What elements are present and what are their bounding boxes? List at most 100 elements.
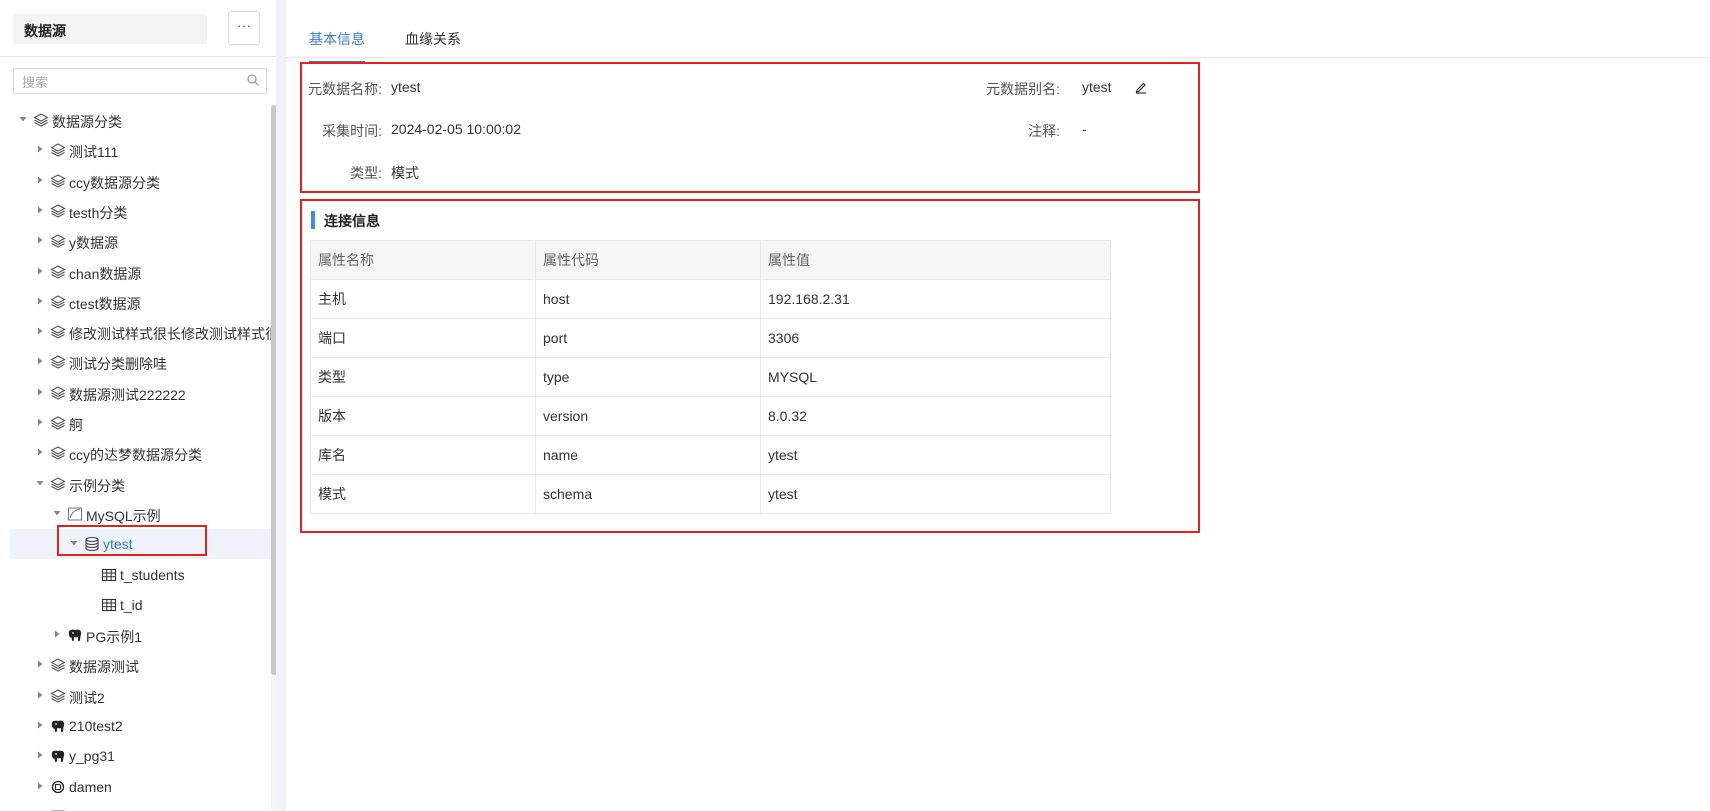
- tree-node[interactable]: ctest数据源: [0, 287, 276, 317]
- sidebar: 数据源 ··· 数据源分类测试111 ccy数据源分类 testh分类 y数据源 cha…: [0, 0, 276, 811]
- tree-node[interactable]: testh分类: [0, 196, 276, 226]
- table-cell: port: [535, 318, 761, 358]
- tree-node-label: 修改测试样式很长修改测试样式很长: [69, 326, 276, 343]
- table-row: 端口 port 3306: [310, 318, 1111, 358]
- table-row: 版本 version 8.0.32: [310, 396, 1111, 436]
- divider: [0, 56, 276, 57]
- table-cell: 8.0.32: [760, 396, 1111, 436]
- metadata-alias-label: 元数据别名:: [986, 81, 1060, 97]
- caret-right-icon[interactable]: [35, 205, 45, 215]
- caret-right-icon[interactable]: [52, 629, 62, 639]
- more-options-button[interactable]: ···: [228, 11, 260, 45]
- comment-label: 注释:: [1028, 123, 1060, 139]
- mysql-icon: [68, 507, 82, 521]
- table-cell: 192.168.2.31: [760, 279, 1111, 319]
- tree-node-label: PG示例1: [86, 629, 143, 646]
- search-input[interactable]: [20, 71, 234, 93]
- datasource-tree: 数据源分类测试111 ccy数据源分类 testh分类 y数据源 chan数据源 ctes…: [0, 105, 276, 811]
- caret-right-icon[interactable]: [35, 266, 45, 276]
- type-value: 模式: [391, 165, 419, 181]
- postgresql-icon: [51, 750, 65, 763]
- tree-node[interactable]: t_students: [0, 560, 276, 590]
- tree-node[interactable]: 测试111: [0, 135, 276, 165]
- caret-down-icon[interactable]: [18, 114, 28, 124]
- caret-right-icon[interactable]: [35, 447, 45, 457]
- caret-right-icon[interactable]: [35, 781, 45, 791]
- caret-right-icon[interactable]: [35, 690, 45, 700]
- postgresql-icon: [51, 720, 65, 733]
- layers-icon: [50, 204, 66, 218]
- main-panel: 基本信息 血缘关系 元数据名称: ytest 元数据别名: ytest 采集时间…: [286, 0, 1710, 811]
- caret-right-icon[interactable]: [35, 144, 45, 154]
- table-row: 模式 schema ytest: [310, 474, 1111, 514]
- tree-node[interactable]: y_pg31: [0, 741, 276, 771]
- postgresql-icon: [68, 629, 82, 642]
- tree-node-label: ctest数据源: [69, 295, 141, 312]
- tree-node[interactable]: 210test2: [0, 711, 276, 741]
- caret-right-icon[interactable]: [35, 326, 45, 336]
- tree-node-label: t_students: [120, 566, 185, 583]
- caret-right-icon[interactable]: [35, 356, 45, 366]
- tree-node[interactable]: chan数据源: [0, 257, 276, 287]
- tree-node[interactable]: 数据源测试: [0, 650, 276, 680]
- tree-node[interactable]: 数据源测试222222: [0, 378, 276, 408]
- tree-node[interactable]: 舸: [0, 408, 276, 438]
- caret-down-icon[interactable]: [52, 508, 62, 518]
- tree-node-label: damen: [69, 778, 112, 795]
- layers-icon: [33, 113, 49, 127]
- caret-right-icon[interactable]: [35, 750, 45, 760]
- metadata-name-value: ytest: [391, 79, 421, 95]
- tree-node-label: testh分类: [69, 204, 128, 221]
- tab-lineage[interactable]: 血缘关系: [405, 29, 461, 61]
- search-icon[interactable]: [247, 74, 259, 86]
- table-icon: [101, 568, 117, 581]
- tree-node-label: 210test2: [69, 718, 123, 734]
- caret-down-icon[interactable]: [35, 478, 45, 488]
- tree-node[interactable]: damen: [0, 772, 276, 802]
- table-cell: MYSQL: [760, 357, 1111, 397]
- table-cell: ytest: [760, 474, 1111, 514]
- caret-right-icon[interactable]: [35, 235, 45, 245]
- tree-node[interactable]: PG示例1: [0, 620, 276, 650]
- layers-icon: [50, 416, 66, 430]
- table-cell: 版本: [310, 396, 536, 436]
- layers-icon: [50, 689, 66, 703]
- tree-node[interactable]: cadwev: [0, 802, 276, 811]
- tree-node[interactable]: 测试2: [0, 681, 276, 711]
- tree-node[interactable]: 示例分类: [0, 469, 276, 499]
- tree-node[interactable]: y数据源: [0, 226, 276, 256]
- table-cell: host: [535, 279, 761, 319]
- tree-node[interactable]: 测试分类删除哇: [0, 347, 276, 377]
- table-icon: [101, 598, 117, 611]
- collect-time-label: 采集时间:: [322, 123, 382, 139]
- layers-icon: [50, 386, 66, 400]
- tree-node[interactable]: ccy数据源分类: [0, 166, 276, 196]
- tree-node[interactable]: 修改测试样式很长修改测试样式很长: [0, 317, 276, 347]
- table-cell: 3306: [760, 318, 1111, 358]
- caret-right-icon[interactable]: [35, 296, 45, 306]
- search-box[interactable]: [13, 68, 267, 94]
- tree-node-label: y数据源: [69, 235, 118, 252]
- edit-icon[interactable]: [1134, 80, 1148, 94]
- tree-node-label: MySQL示例: [86, 507, 161, 524]
- tab-basic-info[interactable]: 基本信息: [309, 29, 365, 63]
- caret-right-icon[interactable]: [35, 720, 45, 730]
- sidebar-title: 数据源: [24, 23, 66, 39]
- layers-icon: [50, 295, 66, 309]
- caret-right-icon[interactable]: [35, 175, 45, 185]
- tree-node[interactable]: ccy的达梦数据源分类: [0, 438, 276, 468]
- caret-right-icon[interactable]: [35, 387, 45, 397]
- table-cell: version: [535, 396, 761, 436]
- caret-right-icon[interactable]: [35, 417, 45, 427]
- tree-node-label: t_id: [120, 596, 143, 613]
- dameng-icon: [51, 780, 65, 793]
- tree-node-label: 测试111: [69, 144, 119, 161]
- table-cell: 类型: [310, 357, 536, 397]
- tree-node-label: y_pg31: [69, 748, 115, 765]
- tree-node[interactable]: t_id: [0, 590, 276, 620]
- table-cell: ytest: [760, 435, 1111, 475]
- caret-right-icon[interactable]: [35, 659, 45, 669]
- tree-node[interactable]: 数据源分类: [0, 105, 276, 135]
- table-row: 主机 host 192.168.2.31: [310, 279, 1111, 319]
- connection-info-title: 连接信息: [324, 213, 380, 229]
